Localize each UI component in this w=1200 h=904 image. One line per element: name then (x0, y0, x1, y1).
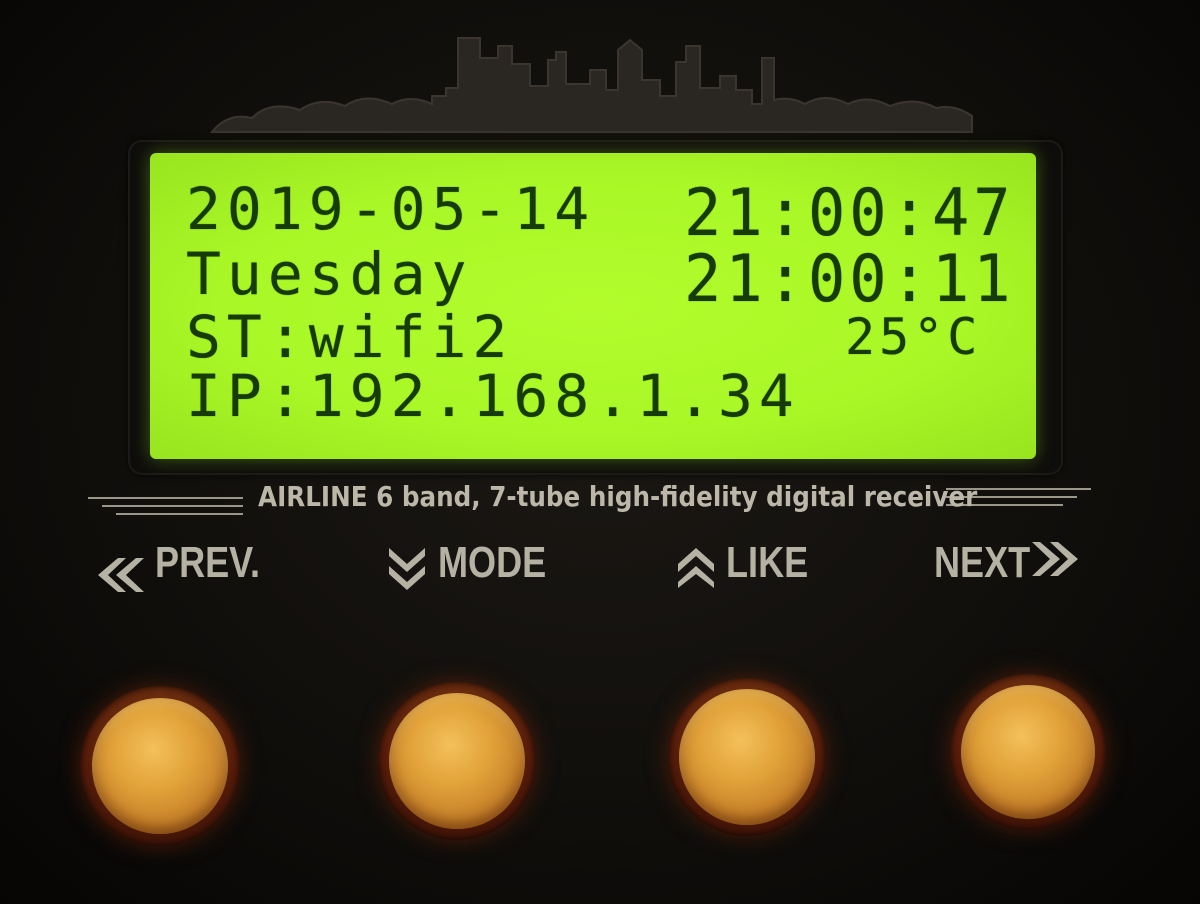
lcd-day: Tuesday (186, 240, 473, 308)
next-button[interactable] (950, 674, 1106, 830)
brand-rule-left (116, 513, 243, 515)
like-button-label: LIKE (726, 538, 809, 587)
double-chevron-up-icon (678, 548, 714, 588)
like-button-face (679, 689, 815, 825)
brand-rule-left (88, 497, 243, 499)
brand-rule-left (102, 505, 243, 507)
lcd-temperature: 25°C (845, 308, 982, 366)
lcd-time-alarm: 21:00:11 (684, 240, 1015, 317)
like-button[interactable] (668, 678, 826, 836)
lcd-time-current: 21:00:47 (684, 174, 1015, 251)
next-button-label: NEXT (934, 538, 1031, 587)
lcd-ip-address: IP:192.168.1.34 (186, 362, 800, 430)
radio-front-panel: 2019-05-14 Tuesday ST:wifi2 IP:192.168.1… (0, 0, 1200, 904)
brand-title: AIRLINE 6 band, 7-tube high-fidelity dig… (258, 480, 978, 513)
lcd-date: 2019-05-14 (186, 175, 596, 243)
next-button-face (961, 685, 1095, 819)
prev-button-face (92, 698, 228, 834)
double-chevron-left-icon (98, 558, 144, 592)
prev-button[interactable] (80, 686, 240, 846)
mode-button-label: MODE (438, 538, 547, 587)
prev-button-label: PREV. (155, 538, 260, 587)
double-chevron-down-icon (389, 548, 425, 590)
double-chevron-right-icon (1032, 542, 1078, 576)
lcd-status: ST:wifi2 (186, 303, 514, 371)
mode-button-face (389, 693, 525, 829)
mode-button[interactable] (378, 682, 536, 840)
